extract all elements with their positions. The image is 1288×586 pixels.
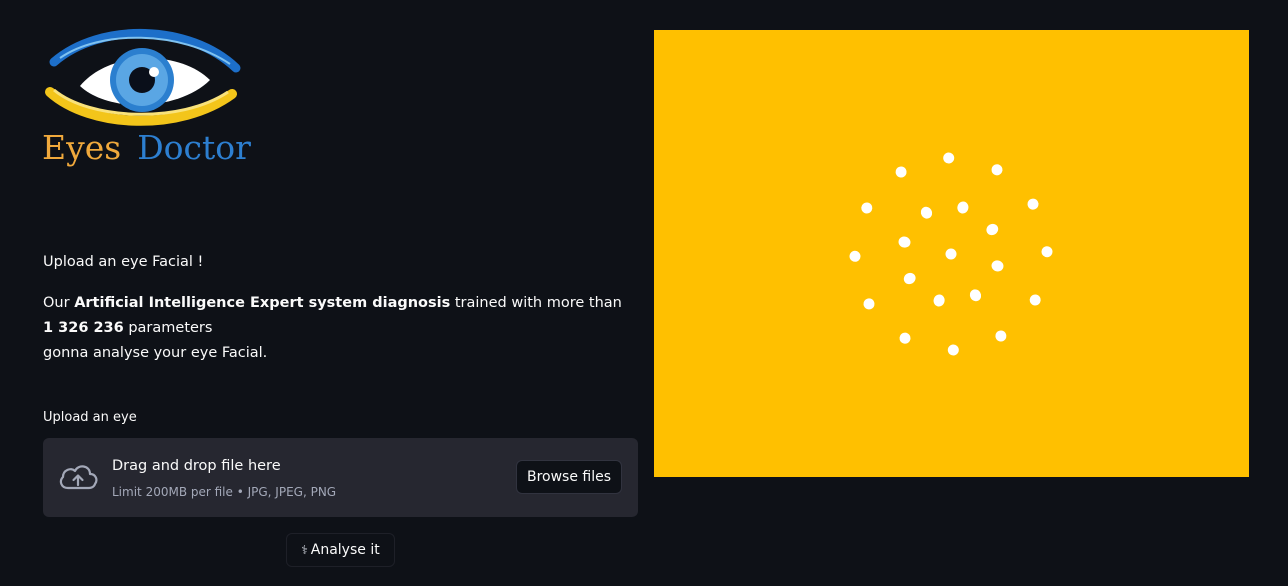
intro-bold-params: 1 326 236 xyxy=(43,320,124,336)
spinner-dot xyxy=(933,294,945,307)
browse-files-button[interactable]: Browse files xyxy=(516,460,622,494)
logo-word-eyes: Eyes xyxy=(42,128,122,167)
spinner-dot xyxy=(986,223,999,236)
spinner-dot xyxy=(861,202,873,214)
spinner-dot xyxy=(898,236,911,248)
intro-line-upload: Upload an eye Facial ! xyxy=(43,254,204,270)
spinner-dot xyxy=(945,248,957,260)
eye-preview-panel xyxy=(654,30,1249,477)
spinner-dot xyxy=(1041,246,1053,258)
intro-line-analyse: gonna analyse your eye Facial. xyxy=(43,345,268,361)
logo-word-doctor: Doctor xyxy=(137,128,251,167)
intro-text: Upload an eye Facial ! Our Artificial In… xyxy=(43,250,633,366)
spinner-dot xyxy=(947,344,959,356)
spinner-dot xyxy=(903,272,916,285)
spinner-dot xyxy=(991,260,1004,272)
dropzone-instruction: Drag and drop file here xyxy=(112,458,281,474)
loading-spinner xyxy=(849,152,1053,356)
spinner-dot xyxy=(969,289,982,302)
cloud-upload-icon xyxy=(59,465,98,490)
eye-logo-graphic xyxy=(45,28,241,126)
analyse-button[interactable]: ⚕ Analyse it xyxy=(286,533,395,567)
spinner-dot xyxy=(863,298,875,310)
intro-bold-system: Artificial Intelligence Expert system di… xyxy=(74,295,451,311)
spinner-dot xyxy=(895,166,907,178)
eyes-doctor-logo: Eyes Doctor xyxy=(40,28,251,176)
spinner-dot xyxy=(995,330,1007,342)
spinner-dot xyxy=(991,164,1003,176)
intro-mid: trained with more than xyxy=(450,295,622,311)
intro-suffix: parameters xyxy=(123,320,213,336)
analyse-button-label: Analyse it xyxy=(310,542,380,558)
stethoscope-icon: ⚕ xyxy=(301,543,308,557)
dropzone-limit: Limit 200MB per file • JPG, JPEG, PNG xyxy=(112,485,337,499)
spinner-dot xyxy=(957,201,969,214)
file-dropzone[interactable]: Drag and drop file here Limit 200MB per … xyxy=(43,438,638,517)
spinner-dot xyxy=(920,206,933,219)
upload-label: Upload an eye xyxy=(43,410,137,425)
intro-paragraph: Our Artificial Intelligence Expert syste… xyxy=(43,291,633,341)
intro-prefix: Our xyxy=(43,295,75,311)
spinner-dot xyxy=(943,152,955,164)
spinner-dot xyxy=(899,332,911,344)
spinner-dot xyxy=(1029,294,1041,306)
spinner-dot xyxy=(1027,198,1039,210)
logo-wordmark: Eyes Doctor xyxy=(42,128,251,167)
app-page: Eyes Doctor Upload an eye Facial ! Our Ar… xyxy=(0,0,1288,586)
spinner-dot xyxy=(849,250,861,262)
